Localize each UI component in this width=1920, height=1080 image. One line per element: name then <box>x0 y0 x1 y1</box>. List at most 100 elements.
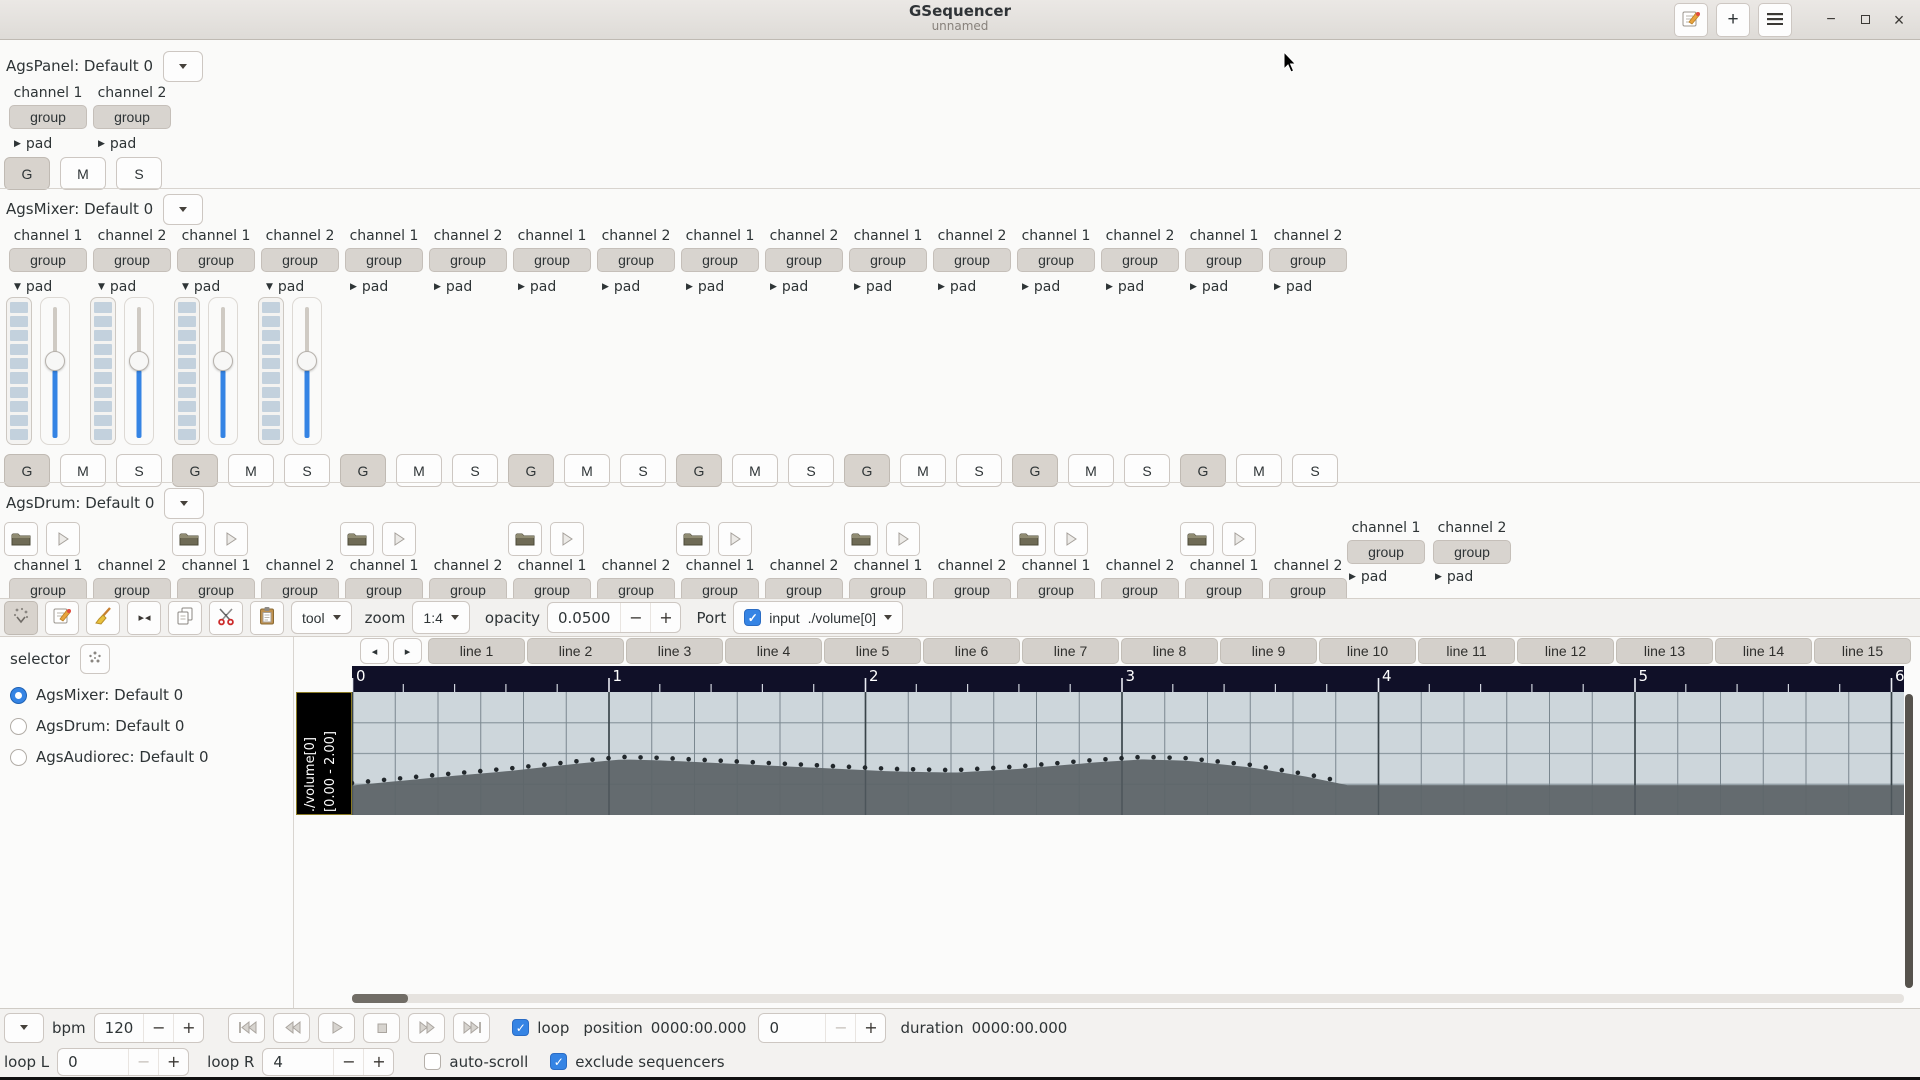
automation-point[interactable] <box>670 756 675 761</box>
close-button[interactable]: × <box>1886 10 1912 31</box>
pad-expander[interactable]: ▶pad <box>1014 278 1060 295</box>
pad-expander[interactable]: ▼pad <box>174 278 220 295</box>
pad-expander[interactable]: ▶pad <box>510 278 556 295</box>
group-button[interactable]: group <box>1269 578 1347 598</box>
volume-slider[interactable] <box>292 297 322 445</box>
edit-notation-button[interactable] <box>1674 3 1708 37</box>
automation-point[interactable] <box>1135 755 1140 760</box>
radio-button[interactable] <box>10 687 27 704</box>
auto-scroll-checkbox[interactable] <box>424 1053 441 1070</box>
tabs-prev-button[interactable]: ◂ <box>360 638 389 664</box>
automation-point[interactable] <box>927 767 932 772</box>
loop-r-input[interactable]: 4 <box>263 1053 333 1071</box>
group-button[interactable]: group <box>597 578 675 598</box>
pad-expander[interactable]: ▶pad <box>90 135 136 152</box>
open-file-button[interactable] <box>172 522 206 556</box>
horizontal-scrollbar-handle[interactable] <box>352 994 408 1003</box>
radio-button[interactable] <box>10 749 27 766</box>
automation-point[interactable] <box>1055 761 1060 766</box>
open-file-button[interactable] <box>676 522 710 556</box>
tool-dropdown[interactable]: tool <box>291 601 352 634</box>
hamburger-menu-button[interactable] <box>1758 3 1792 37</box>
position-tool-button[interactable] <box>4 601 38 635</box>
loop-r-decrement-button[interactable]: − <box>333 1049 363 1075</box>
bpm-increment-button[interactable]: + <box>173 1014 203 1042</box>
play-sample-button[interactable] <box>382 522 416 556</box>
line-tab-9[interactable]: line 9 <box>1220 638 1317 664</box>
pad-expander[interactable]: ▶pad <box>1433 568 1473 585</box>
line-tab-3[interactable]: line 3 <box>626 638 723 664</box>
automation-point[interactable] <box>414 775 419 780</box>
slider-knob[interactable] <box>213 351 233 371</box>
group-button[interactable]: group <box>345 248 423 272</box>
automation-point[interactable] <box>446 772 451 777</box>
automation-point[interactable] <box>1328 777 1333 782</box>
selector-settings-button[interactable] <box>80 644 110 674</box>
automation-point[interactable] <box>734 759 739 764</box>
pad-expander[interactable]: ▶pad <box>6 135 52 152</box>
open-file-button[interactable] <box>508 522 542 556</box>
play-sample-button[interactable] <box>550 522 584 556</box>
group-button[interactable]: group <box>1185 578 1263 598</box>
line-tab-12[interactable]: line 12 <box>1517 638 1614 664</box>
group-button[interactable]: group <box>681 578 759 598</box>
automation-point[interactable] <box>895 767 900 772</box>
opacity-input[interactable]: 0.0500 <box>548 609 621 627</box>
automation-point[interactable] <box>654 756 659 761</box>
volume-slider[interactable] <box>208 297 238 445</box>
automation-point[interactable] <box>1312 773 1317 778</box>
edit-tool-button[interactable] <box>45 601 79 635</box>
line-tab-7[interactable]: line 7 <box>1022 638 1119 664</box>
play-sample-button[interactable] <box>1222 522 1256 556</box>
selector-option-3[interactable]: AgsAudiorec: Default 0 <box>10 746 293 768</box>
slider-knob[interactable] <box>45 351 65 371</box>
automation-point[interactable] <box>1280 768 1285 773</box>
horizontal-scrollbar-track[interactable] <box>352 994 1904 1003</box>
automation-point[interactable] <box>1087 758 1092 763</box>
loop-l-decrement-button[interactable]: − <box>128 1049 158 1075</box>
automation-point[interactable] <box>783 761 788 766</box>
line-tab-6[interactable]: line 6 <box>923 638 1020 664</box>
group-button[interactable]: group <box>849 578 927 598</box>
automation-lane-canvas[interactable] <box>352 692 1904 815</box>
automation-point[interactable] <box>1183 756 1188 761</box>
automation-point[interactable] <box>558 761 563 766</box>
group-button[interactable]: group <box>1347 540 1425 564</box>
automation-point[interactable] <box>366 779 371 784</box>
automation-point[interactable] <box>1023 764 1028 769</box>
group-button[interactable]: group <box>429 578 507 598</box>
group-button[interactable]: group <box>849 248 927 272</box>
automation-point[interactable] <box>638 755 643 760</box>
automation-point[interactable] <box>1199 757 1204 762</box>
automation-point[interactable] <box>750 760 755 765</box>
group-button[interactable]: group <box>1185 248 1263 272</box>
automation-point[interactable] <box>1215 759 1220 764</box>
play-sample-button[interactable] <box>46 522 80 556</box>
automation-point[interactable] <box>526 764 531 769</box>
play-sample-button[interactable] <box>214 522 248 556</box>
group-button[interactable]: group <box>1101 578 1179 598</box>
loop-l-input[interactable]: 0 <box>58 1053 128 1071</box>
pad-expander[interactable]: ▶pad <box>342 278 388 295</box>
group-button[interactable]: group <box>765 248 843 272</box>
play-sample-button[interactable] <box>718 522 752 556</box>
automation-point[interactable] <box>590 757 595 762</box>
position-input[interactable]: 0 <box>759 1019 825 1037</box>
pad-expander[interactable]: ▶pad <box>678 278 724 295</box>
automation-point[interactable] <box>1071 759 1076 764</box>
exclude-sequencers-checkbox[interactable]: ✓ <box>550 1053 567 1070</box>
s-toggle-button[interactable]: S <box>116 157 162 190</box>
skip-backward-button[interactable] <box>228 1013 265 1043</box>
automation-point[interactable] <box>1119 756 1124 761</box>
automation-point[interactable] <box>1151 755 1156 760</box>
pad-expander[interactable]: ▶pad <box>426 278 472 295</box>
automation-point[interactable] <box>943 768 948 773</box>
line-tab-15[interactable]: line 15 <box>1814 638 1911 664</box>
group-button[interactable]: group <box>681 248 759 272</box>
group-button[interactable]: group <box>1017 248 1095 272</box>
automation-point[interactable] <box>542 762 547 767</box>
automation-point[interactable] <box>767 761 772 766</box>
group-button[interactable]: group <box>93 248 171 272</box>
open-file-button[interactable] <box>340 522 374 556</box>
tabs-next-button[interactable]: ▸ <box>393 638 422 664</box>
